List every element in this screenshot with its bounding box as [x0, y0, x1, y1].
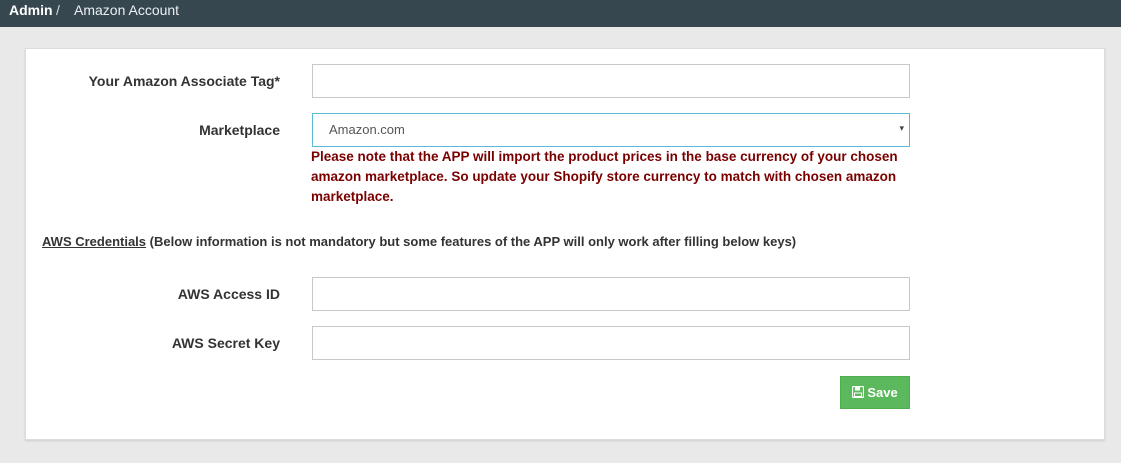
aws-access-id-label: AWS Access ID — [177, 286, 280, 302]
chevron-down-icon: ▾ — [899, 123, 904, 133]
breadcrumb-current-page: Amazon Account — [74, 2, 180, 18]
currency-warning-note: Please note that the APP will import the… — [311, 149, 898, 204]
aws-credentials-title: AWS Credentials — [42, 234, 147, 249]
aws-credentials-heading: AWS Credentials (Below information is no… — [42, 234, 796, 249]
aws-secret-key-input[interactable] — [312, 326, 910, 360]
save-button-label: Save — [867, 385, 898, 400]
breadcrumb-separator: / — [56, 2, 60, 18]
marketplace-select[interactable]: Amazon.com ▾ — [312, 113, 910, 147]
associate-tag-label: Your Amazon Associate Tag* — [88, 73, 280, 89]
aws-access-id-input[interactable] — [312, 277, 910, 311]
aws-credentials-description: (Below information is not mandatory but … — [146, 234, 797, 249]
floppy-disk-icon — [852, 386, 865, 398]
aws-secret-key-label: AWS Secret Key — [171, 335, 280, 351]
associate-tag-input[interactable] — [312, 64, 910, 98]
top-breadcrumb-bar: Admin / Amazon Account — [0, 0, 1121, 27]
amazon-account-form-panel: Your Amazon Associate Tag* Marketplace A… — [25, 48, 1105, 440]
save-button[interactable]: Save — [840, 376, 910, 409]
marketplace-label: Marketplace — [199, 122, 280, 138]
breadcrumb-admin[interactable]: Admin — [9, 2, 53, 18]
marketplace-selected-value: Amazon.com — [329, 122, 405, 137]
